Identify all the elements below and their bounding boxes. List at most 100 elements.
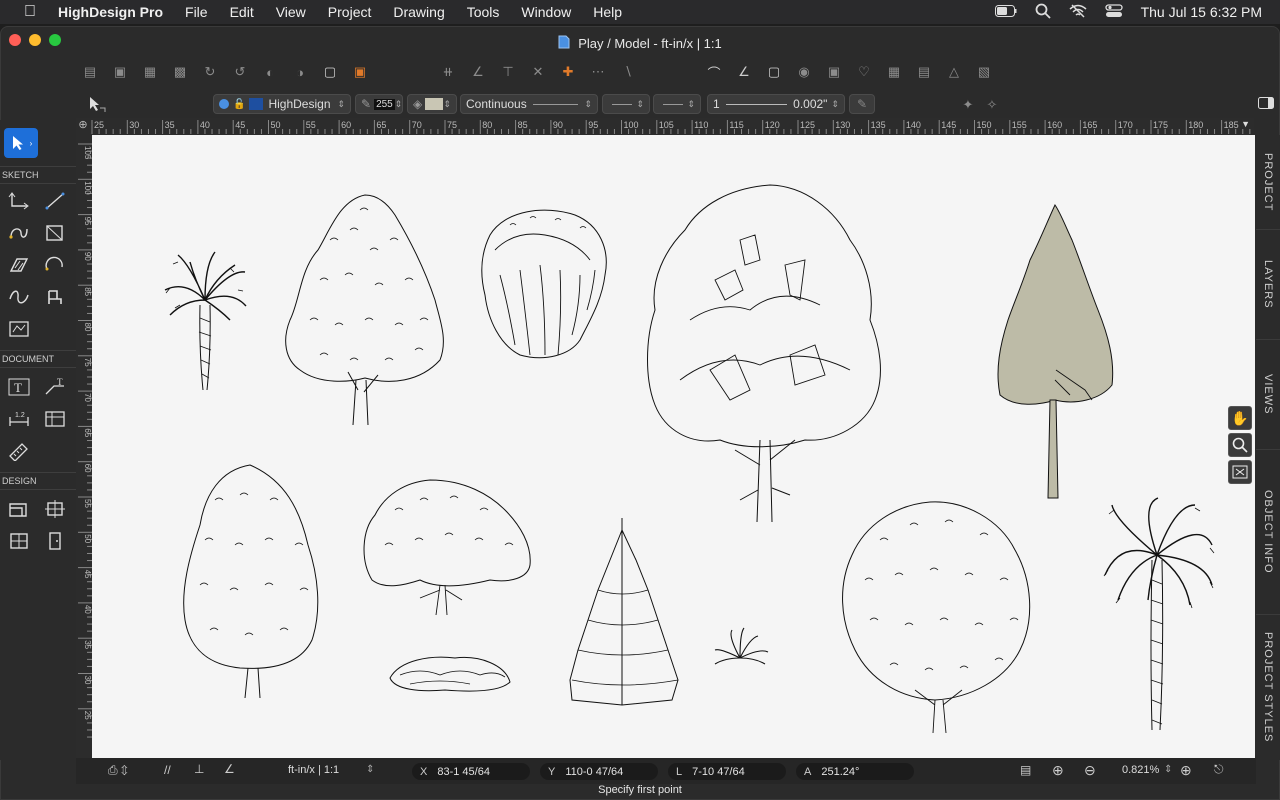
callout-tool[interactable]: T [40,374,70,400]
oak-tree-lower[interactable] [183,464,319,699]
measure-tool[interactable] [4,438,34,464]
angle-snap-icon[interactable]: ∠ [224,762,235,776]
print-area-icon[interactable]: ▤ [1020,763,1031,777]
eyedropper-icon[interactable]: ⎋ [1214,762,1224,777]
spline-tool[interactable] [4,284,34,310]
conifer-tree-filled[interactable] [997,204,1114,499]
palm-tree-small[interactable] [164,251,247,391]
magic-wand-icon[interactable]: ✧ [981,94,1003,116]
fir-tree[interactable] [569,518,679,706]
tab-views[interactable]: VIEWS [1256,340,1280,450]
trim-icon[interactable]: ⧺ [437,61,459,83]
wall-tool[interactable] [4,496,34,522]
cut-icon[interactable]: ✕ [527,61,549,83]
rotate-angle-icon[interactable]: ↺ [229,61,251,83]
pan-button[interactable]: ✋ [1228,406,1252,430]
ruler-scroll-arrow-icon[interactable]: ▼ [1241,119,1250,129]
menu-window[interactable]: Window [521,4,571,20]
table-tool[interactable] [40,406,70,432]
trim-to-icon[interactable]: ⊤ [497,61,519,83]
select-tool-button[interactable]: › [4,128,38,158]
lineweight-select[interactable]: 1 0.002" ⇕ [707,94,845,114]
join-icon[interactable]: ◉ [793,61,815,83]
menu-help[interactable]: Help [593,4,622,20]
mirror-icon[interactable]: ◐ [259,61,281,83]
shape-icon[interactable]: ♡ [853,61,875,83]
fill-color-swatch[interactable] [425,98,444,110]
large-deciduous-tree[interactable] [647,184,881,523]
group-icon[interactable]: ▩ [169,61,191,83]
spreading-tree[interactable] [363,479,531,616]
extend-icon[interactable]: ∠ [467,61,489,83]
text-frame-icon[interactable]: ▧ [973,61,995,83]
mirror-copy-icon[interactable]: ◑ [289,61,311,83]
line-tool[interactable] [40,188,70,214]
frame-icon[interactable]: ▣ [823,61,845,83]
close-button[interactable] [9,34,21,46]
dimension-tool[interactable]: 1.2 [4,406,34,432]
wand-icon[interactable]: ✦ [957,94,979,116]
offset-icon[interactable]: ▢ [763,61,785,83]
dimension-line-tool[interactable] [4,188,34,214]
sidebar-toggle-icon[interactable] [1258,97,1274,112]
send-back-icon[interactable]: ▤ [79,61,101,83]
lock-icon[interactable]: 🔓 [233,99,245,110]
zoom-view-button[interactable] [1228,433,1252,457]
menu-drawing[interactable]: Drawing [393,4,444,20]
menu-edit[interactable]: Edit [230,4,254,20]
arrow-start-select[interactable]: ⇕ [602,94,650,114]
rotate-selection-icon[interactable]: ▣ [349,61,371,83]
palm-tree-large[interactable] [1103,497,1215,731]
layer-color-swatch[interactable] [249,98,264,110]
clock[interactable]: Thu Jul 15 6:32 PM [1141,4,1262,20]
snap-icon[interactable]: ⎙ ⇕ [108,763,128,778]
send-backward-icon[interactable]: ▣ [109,61,131,83]
zoom-button[interactable] [49,34,61,46]
perpendicular-snap-icon[interactable]: ⊥ [194,762,204,776]
text-box-icon[interactable]: ▤ [913,61,935,83]
rectangle-tool[interactable] [40,220,70,246]
round-tree[interactable] [842,501,1031,734]
symbol-tool[interactable] [4,316,34,342]
furniture-tool[interactable] [40,284,70,310]
apple-icon[interactable]:  [20,3,40,21]
fit-view-button[interactable] [1228,460,1252,484]
opacity-value[interactable]: 255 [374,98,395,110]
parallel-snap-icon[interactable]: // [164,763,171,777]
door-tool[interactable] [40,528,70,554]
battery-icon[interactable] [994,4,1017,20]
weeping-tree[interactable] [481,209,607,359]
rotate-icon[interactable]: ↻ [199,61,221,83]
zoom-level[interactable]: 0.821% [1122,764,1159,776]
curve-tool[interactable] [4,220,34,246]
tab-project[interactable]: PROJECT [1256,135,1280,230]
fill-select[interactable]: ◈ ⇕ [407,94,457,114]
y-coordinate-field[interactable]: Y 110-0 47/64 [540,763,658,780]
chamfer-icon[interactable]: ∠ [733,61,755,83]
text-tool[interactable]: T [4,374,34,400]
angle-field[interactable]: A 251.24° [796,763,914,780]
window-tool[interactable] [4,528,34,554]
perspective-icon[interactable]: △ [943,61,965,83]
x-coordinate-field[interactable]: X 83-1 45/64 [412,763,530,780]
minimize-button[interactable] [29,34,41,46]
intersect-icon[interactable]: ✚ [557,61,579,83]
hatch-tool[interactable] [4,252,34,278]
menu-tools[interactable]: Tools [467,4,500,20]
column-tool[interactable] [40,496,70,522]
app-menu[interactable]: HighDesign Pro [58,4,163,20]
selection-arrow-icon[interactable] [87,95,107,116]
chevron-updown-icon[interactable]: ⇕ [366,764,374,775]
move-icon[interactable]: ▢ [319,61,341,83]
tab-object-info[interactable]: OBJECT INFO [1256,450,1280,615]
distribute-icon[interactable]: ▦ [139,61,161,83]
low-shrub[interactable] [389,656,511,692]
ruler-horizontal[interactable]: 25 30 35 40 45 50 55 60 65 70 75 80 85 90 95 100 105 110 1… [88,118,1254,134]
layer-select[interactable]: 🔓 HighDesign ⇕ [213,94,351,114]
units-select[interactable]: ft-in/x | 1:1 [288,764,339,776]
control-center-icon[interactable] [1104,3,1123,21]
grass-tuft[interactable] [714,627,769,665]
length-field[interactable]: L 7-10 47/64 [668,763,786,780]
menu-project[interactable]: Project [328,4,372,20]
drawing-canvas[interactable] [92,135,1255,758]
